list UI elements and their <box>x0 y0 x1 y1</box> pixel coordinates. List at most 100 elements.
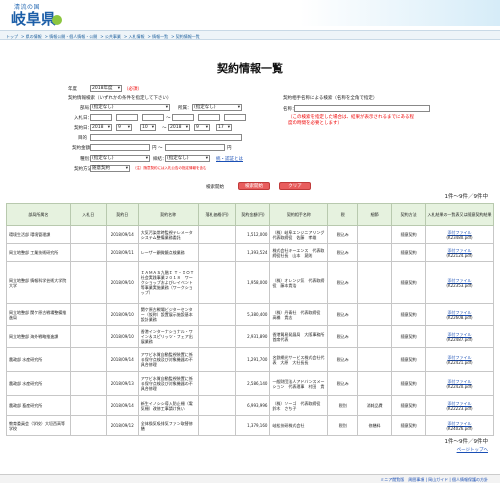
bid-day-input[interactable] <box>142 114 164 121</box>
year-select[interactable]: 2018年度 <box>90 85 122 92</box>
cell-date: 2018/09/11 <box>105 243 139 262</box>
cell-method: 随意契約 <box>391 261 427 304</box>
to-year-select[interactable]: 2018 <box>168 124 190 131</box>
page-top-link[interactable]: ページトップへ <box>457 447 488 453</box>
cell-name: レーザー顕微鏡点検業務 <box>137 243 199 262</box>
cell-amount: 5,380,400 <box>235 303 271 326</box>
breadcrumb-item[interactable]: 情報一覧 <box>152 34 168 39</box>
cell-amount: 2,586,140 <box>235 371 271 396</box>
method-select[interactable]: (指定なし) <box>165 155 210 162</box>
cell-bid-price <box>197 225 237 244</box>
breadcrumb-item[interactable]: トップ <box>6 34 18 39</box>
bid-month-input[interactable] <box>116 114 138 121</box>
cell-dept: 環境生活部 環境管理課 <box>6 225 71 244</box>
result-count-top: 1件～9件／9件中 <box>444 194 489 200</box>
bid-to-day-input[interactable] <box>224 114 246 121</box>
column-header: 入札結果の一覧表又は随意契約結果 <box>425 203 494 226</box>
cell-method: 随意契約 <box>391 415 427 436</box>
attachment-filename: (K22124.pdf) <box>446 252 473 258</box>
clear-button[interactable]: クリア <box>279 182 311 190</box>
cell-tax: 税込み <box>327 371 359 396</box>
to-day-select[interactable]: 17 <box>216 124 232 131</box>
cell-partner: 一般財団法人アドバンスメーション 代表理事 村田 貴 <box>269 371 329 396</box>
site-logo[interactable]: 清流の国 岐阜県 <box>8 2 70 28</box>
breadcrumb-item[interactable]: 公共事業 <box>105 34 121 39</box>
cell-method: 随意契約 <box>391 395 427 416</box>
breadcrumb-item[interactable]: 入札情報 <box>129 34 145 39</box>
cell-date: 2018/09/14 <box>105 225 139 244</box>
breadcrumb-item[interactable]: 情報公開・個人情報・公開 <box>49 34 97 39</box>
table-header-row: 部局所属名 入札日 契約日 契約名称 落札価格(円) 契約金額(円) 契約相手名称税細節 契約… <box>6 203 494 226</box>
partner-name-input[interactable] <box>294 105 430 112</box>
site-header: 清流の国 岐阜県 <box>0 0 500 30</box>
cell-detail <box>357 347 393 372</box>
attachment-filename: (K22487.pdf) <box>446 336 473 342</box>
amount-from-input[interactable] <box>90 144 150 151</box>
from-month-select[interactable]: 9 <box>116 124 132 131</box>
table-row: 農政部 畜産研究所 2018/09/14 新生イノシシ導入防止柵（電気柵）改修工事請… <box>6 395 494 416</box>
amount-to-unit: 円 <box>227 146 232 151</box>
column-header: 契約方法 <box>391 203 427 226</box>
table-row: 環境生活部 環境管理課 2018/09/14 大気汚染常時監視テレメータシステム整備… <box>6 225 494 244</box>
method-help-link[interactable]: 統・認証とは <box>216 156 243 162</box>
table-row: 岡立地整部 海外戦略推進課 2018/09/10 香港インターナショナル・ワイン＆ス… <box>6 325 494 348</box>
breadcrumb-item[interactable]: 県の情報 <box>26 34 42 39</box>
from-day-select[interactable]: 10 <box>140 124 156 131</box>
bid-year-input[interactable] <box>90 114 112 121</box>
bid-to-year-input[interactable] <box>172 114 194 121</box>
kind-select[interactable]: (指定なし) <box>90 155 150 162</box>
attachment-filename: (K23480.pdf) <box>446 234 473 240</box>
cell-detail: 修繕料 <box>357 415 393 436</box>
bid-to-month-input[interactable] <box>198 114 220 121</box>
bid-range-separator: 〜 <box>166 116 171 121</box>
table-row: 農政部 水産研究所 2018/09/14 アワビ水質自動監視装置に係る保守点検及び対… <box>6 347 494 372</box>
logo-mark-icon <box>52 15 62 25</box>
cell-bid-price <box>197 325 237 348</box>
cell-partner: 香港貿易発展局 大阪事務所 首席代表 <box>269 325 328 348</box>
office-select[interactable]: (指定なし) <box>192 104 242 111</box>
to-month-select[interactable]: 9 <box>194 124 210 131</box>
breadcrumb: トップ > 県の情報 > 情報公開・個人情報・公開 > 公共事業 > 入札情報 > 情報一… <box>0 30 500 40</box>
cell-tax: 税込み <box>327 243 359 262</box>
status-select[interactable]: 随意契約 <box>90 165 130 172</box>
cell-date: 2018/09/10 <box>105 325 139 348</box>
breadcrumb-current: 契約情報一覧 <box>175 34 200 39</box>
search-button[interactable]: 検索開始 <box>238 182 270 190</box>
cell-tax: 税込み <box>327 261 359 304</box>
cell-detail <box>357 371 393 396</box>
from-year-select[interactable]: 2018 <box>90 124 112 131</box>
cell-detail <box>357 225 393 244</box>
cell-dept: 農政部 水産研究所 <box>6 371 71 396</box>
cell-tax: 税込み <box>327 347 359 372</box>
column-header: 部局所属名 <box>6 203 71 226</box>
footer[interactable]: ミニア閲覧版 周囲事項 | 岡山ガイド | 個人情報保護の方針 <box>0 474 500 483</box>
column-header: 税 <box>327 203 359 226</box>
cell-attachment: 添付ファイル (K23480.pdf) <box>425 225 494 244</box>
cell-partner: 岐松技研株式会社 <box>269 415 329 436</box>
cell-dept: 岡立地整部 関ケ原古戦場整備推進局 <box>6 303 71 326</box>
attachment-filename: (K22353.pdf) <box>446 282 473 288</box>
amount-to-input[interactable] <box>165 144 225 151</box>
column-header: 契約名称 <box>137 203 199 226</box>
cell-bid <box>69 243 107 262</box>
cell-amount: 2,931,890 <box>235 325 271 348</box>
dept-select[interactable]: (指定なし) <box>90 104 170 111</box>
cell-name: 大気汚染常時監視テレメータシステム整備業務委託 <box>137 225 199 244</box>
cell-name: アワビ水質自動監視装置に係る保守点検及び対象機器の不具合修理 <box>137 371 199 396</box>
cell-bid <box>69 415 107 436</box>
cell-bid <box>69 303 107 326</box>
cell-dept: 農政部 畜産研究所 <box>6 395 71 416</box>
cell-attachment: 添付ファイル (K22487.pdf) <box>425 325 494 348</box>
purpose-label: 目的 <box>78 136 87 141</box>
table-row: 岡立地整部 関ケ原古戦場整備推進局 2018/09/10 関ケ原古戦場ビジターセンタ… <box>6 303 494 326</box>
cell-bid <box>69 225 107 244</box>
table-row: 農政部 水産研究所 2018/09/13 アワビ水質自動監視装置に係る保守点検及び対… <box>6 371 494 396</box>
cell-method: 随意契約 <box>391 243 427 262</box>
cell-amount: 1,393,524 <box>235 243 271 262</box>
cell-attachment: 添付ファイル (K24026.pdf) <box>425 415 494 436</box>
cell-dept: 岡立地整部 工業技術研究所 <box>6 243 71 262</box>
year-label: 年度 <box>68 87 77 92</box>
search-hint: 検索開始 <box>206 185 224 190</box>
cell-tax: 税別 <box>327 415 359 436</box>
purpose-input[interactable] <box>90 134 242 141</box>
